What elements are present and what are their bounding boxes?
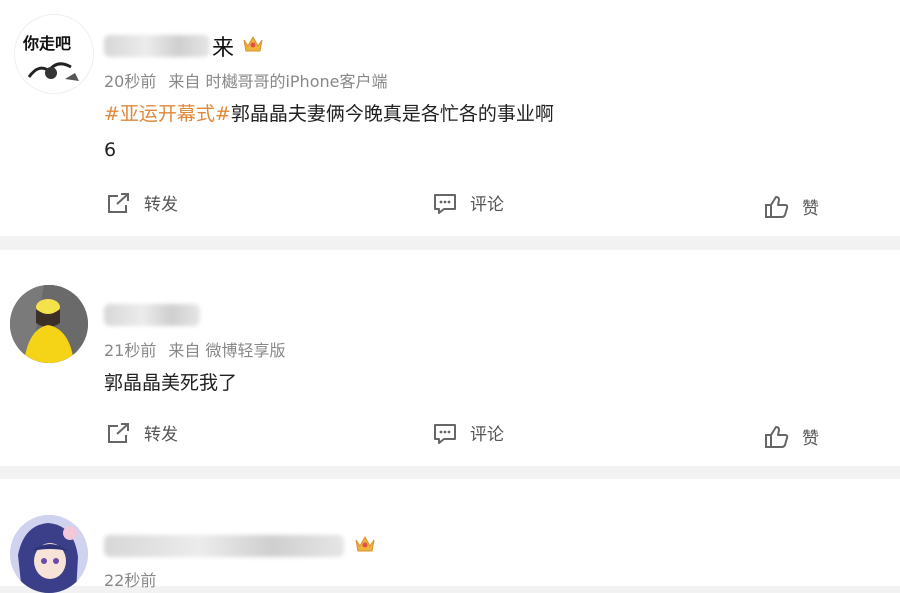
thumbs-up-icon [765,195,789,218]
vip-crown-icon [354,534,376,558]
thumbs-up-icon [765,425,789,448]
post-time: 20秒前 [104,72,157,91]
anime-girl-avatar-icon [10,515,88,593]
repost-icon [108,192,129,213]
like-label: 赞 [802,429,819,449]
blurred-username [104,35,210,57]
username[interactable] [104,531,376,561]
post-source: 来自 微博轻享版 [168,341,286,360]
comment-icon [434,193,456,214]
repost-icon [108,422,129,443]
like-button[interactable]: 赞 [764,424,819,449]
post-meta: 21秒前 来自 微博轻享版 [104,337,285,361]
repost-label: 转发 [144,195,178,215]
repost-label: 转发 [144,425,178,445]
action-bar: 转发 评论 赞 [0,420,900,450]
comment-button[interactable]: 评论 [432,190,504,215]
post-body: 郭晶晶夫妻俩今晚真是各忙各的事业啊 [230,103,554,125]
post-text: #亚运开幕式#郭晶晶夫妻俩今晚真是各忙各的事业啊 [104,99,554,126]
post-source: 来自 时樾哥哥的iPhone客户端 [168,72,388,91]
comment-label: 评论 [470,195,504,215]
comment-label: 评论 [470,425,504,445]
blurred-username [104,535,344,557]
post-card: 你走吧 来 20秒前 来自 时樾哥哥的iPhone客户端 #亚运开幕式#郭晶晶夫妻… [0,0,900,236]
post-card: 22秒前 [0,479,900,593]
comment-button[interactable]: 评论 [432,420,504,445]
avatar[interactable]: 你走吧 [14,14,94,94]
username[interactable]: 来 [104,31,264,61]
like-label: 赞 [802,199,819,219]
repost-button[interactable]: 转发 [106,420,178,445]
post-body: 郭晶晶美死我了 [104,372,238,394]
post-extra-text: 6 [104,139,117,161]
post-card: 21秒前 来自 微博轻享版 郭晶晶美死我了 转发 评论 赞 [0,250,900,466]
repost-button[interactable]: 转发 [106,190,178,215]
vip-crown-icon [242,34,264,58]
action-bar: 转发 评论 赞 [0,190,900,220]
blurred-username [104,304,200,326]
post-meta: 22秒前 [104,567,156,591]
post-meta: 20秒前 来自 时樾哥哥的iPhone客户端 [104,68,387,92]
post-time: 22秒前 [104,571,157,590]
svg-text:你走吧: 你走吧 [22,34,71,53]
topic-link[interactable]: #亚运开幕式# [104,103,231,125]
cartoon-text-avatar-icon: 你走吧 [15,15,93,93]
yellow-figure-avatar-icon [10,285,88,363]
avatar[interactable] [10,285,88,363]
like-button[interactable]: 赞 [764,194,819,219]
username-tail: 来 [212,36,235,61]
comment-icon [434,423,456,444]
avatar[interactable] [10,515,88,593]
post-time: 21秒前 [104,341,157,360]
username[interactable] [104,300,202,330]
